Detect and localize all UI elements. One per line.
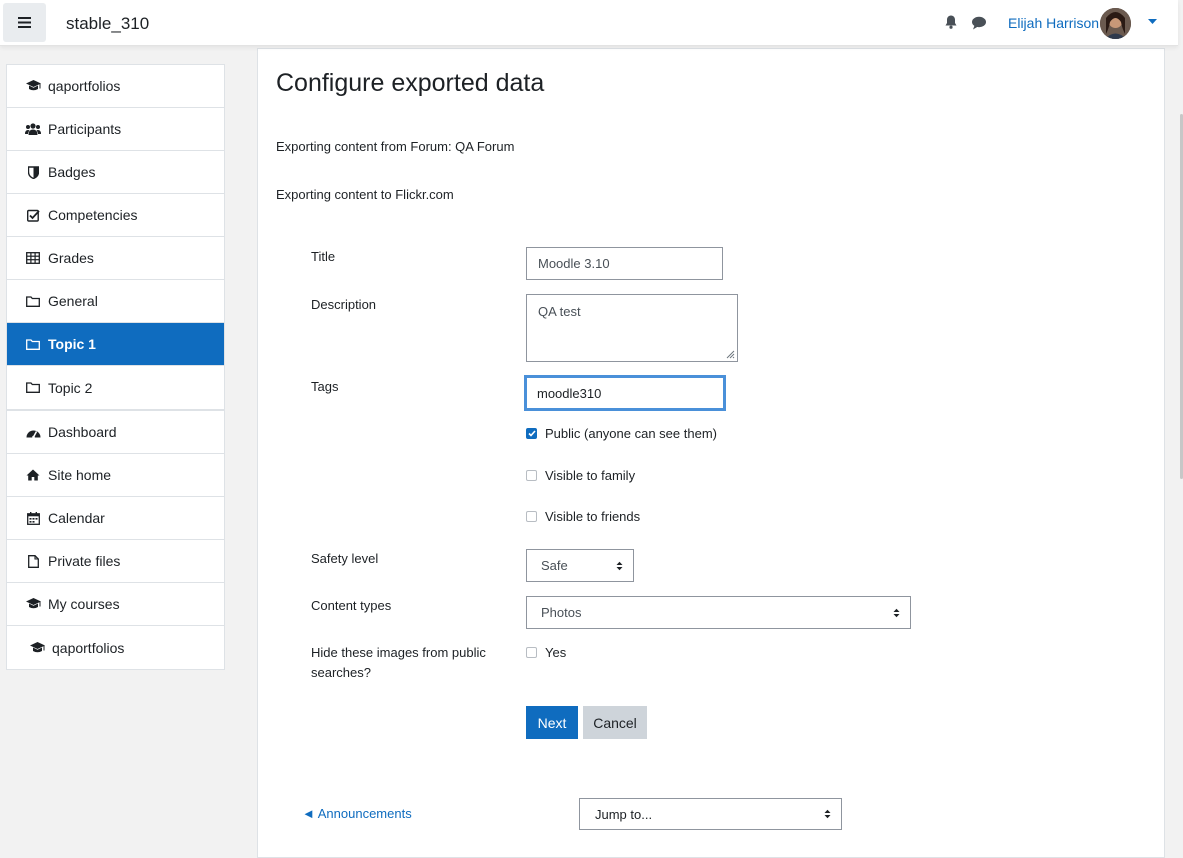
sidebar-item-grades[interactable]: Grades [7,237,224,280]
sidebar-item-label: Dashboard [48,424,117,440]
sidebar-item-badges[interactable]: Badges [7,151,224,194]
sidebar-item-label: My courses [48,596,120,612]
main-region: Configure exported data Exporting conten… [257,48,1165,858]
sidebar-item-site-home[interactable]: Site home [7,454,224,497]
menu-toggle-button[interactable] [3,3,46,42]
sidebar-item-participants[interactable]: Participants [7,108,224,151]
public-option[interactable]: Public (anyone can see them) [526,426,717,441]
bell-icon[interactable] [943,14,959,30]
select-arrows-icon [893,608,900,617]
checkmark-icon [527,430,536,437]
public-checkbox[interactable] [526,428,537,439]
sidebar-item-my-courses[interactable]: My courses [7,583,224,626]
previous-activity-link[interactable]: ◄ Announcements [302,806,412,821]
sidebar-item-qaportfolios[interactable]: qaportfolios [7,65,224,108]
family-option[interactable]: Visible to family [526,468,635,483]
select-arrows-icon [824,809,831,819]
cancel-button[interactable]: Cancel [583,706,647,739]
page-title: Configure exported data [276,69,545,97]
description-value: QA test [538,304,581,319]
sidebar-item-competencies[interactable]: Competencies [7,194,224,237]
sidebar-item-label: Grades [48,250,94,266]
sidebar-item-label: Site home [48,467,112,483]
hide-option-label: Yes [545,645,567,660]
table-icon [25,251,41,265]
hamburger-icon [18,17,31,28]
sidebar-item-label: Competencies [48,207,138,223]
check-square-icon [25,208,41,222]
tags-field[interactable]: moodle310 [524,375,726,411]
safety-level-value: Safe [541,558,568,573]
hide-from-search-label: Hide these images from public searches? [311,645,486,680]
sidebar-item-label: Participants [48,121,122,137]
sidebar-item-label: qaportfolios [52,639,125,656]
sidebar-item-label: General [48,293,98,309]
nav-drawer: qaportfolios Participants Badges Compete… [0,46,243,850]
jump-to-value: Jump to... [595,806,653,822]
course-navigation: qaportfolios Participants Badges Compete… [6,64,225,410]
sidebar-item-label: Badges [48,164,96,180]
shield-icon [25,165,41,179]
sidebar-item-label: Topic 1 [48,336,96,352]
sidebar-item-private-files[interactable]: Private files [7,540,224,583]
friends-option[interactable]: Visible to friends [526,509,640,524]
sidebar-item-qaportfolios-course[interactable]: qaportfolios [7,626,224,669]
graduation-cap-icon [25,597,41,611]
export-from-text: Exporting content from Forum: QA Forum [276,139,515,154]
friends-checkbox[interactable] [526,511,537,522]
resize-handle-icon[interactable] [726,350,735,359]
description-label: Description [311,297,377,312]
public-label: Public (anyone can see them) [545,426,717,441]
page-scrollbar[interactable] [1178,46,1183,850]
sidebar-item-label: Topic 2 [48,379,93,396]
family-label: Visible to family [545,468,636,483]
folder-icon [25,381,41,395]
calendar-icon [25,511,41,525]
sidebar-item-dashboard[interactable]: Dashboard [7,411,224,454]
hide-from-search-checkbox[interactable] [526,647,537,658]
title-label: Title [311,249,336,264]
content-types-value: Photos [541,605,582,620]
export-to-text: Exporting content to Flickr.com [276,187,454,202]
title-field[interactable]: Moodle 3.10 [526,247,723,280]
safety-level-select[interactable]: Safe [526,549,634,582]
jump-to-select[interactable]: Jump to... [579,798,842,830]
file-icon [25,554,41,568]
content-types-select[interactable]: Photos [526,596,911,629]
sidebar-item-label: Private files [48,553,121,569]
sidebar-item-topic-2[interactable]: Topic 2 [7,366,224,409]
top-navbar: stable_310 Elijah Harrison [0,0,1178,46]
sidebar-item-label: Calendar [48,510,105,526]
family-checkbox[interactable] [526,470,537,481]
safety-level-label: Safety level [311,551,379,566]
next-button[interactable]: Next [526,706,578,739]
avatar[interactable] [1100,8,1131,39]
select-arrows-icon [616,561,623,570]
sidebar-item-general[interactable]: General [7,280,224,323]
folder-icon [25,337,41,351]
sidebar-item-topic-1[interactable]: Topic 1 [7,323,224,366]
dashboard-icon [25,425,41,439]
users-icon [25,122,41,136]
caret-down-icon[interactable] [1148,19,1157,25]
friends-label: Visible to friends [545,509,641,524]
sidebar-item-label: qaportfolios [48,78,121,94]
home-icon [25,468,41,482]
sidebar-item-calendar[interactable]: Calendar [7,497,224,540]
folder-icon [25,294,41,308]
graduation-cap-icon [25,79,41,93]
chat-bubble-icon[interactable] [971,15,987,31]
tags-label: Tags [311,379,339,394]
site-navigation: Dashboard Site home Calendar Private fil… [6,410,225,670]
user-name[interactable]: Elijah Harrison [1008,15,1099,31]
graduation-cap-icon [29,641,45,655]
description-textarea[interactable]: QA test [526,294,738,362]
hide-from-search-option[interactable]: Yes [526,645,566,660]
site-name[interactable]: stable_310 [66,14,149,34]
user-avatar-image [1100,8,1131,39]
content-types-label: Content types [311,598,392,613]
